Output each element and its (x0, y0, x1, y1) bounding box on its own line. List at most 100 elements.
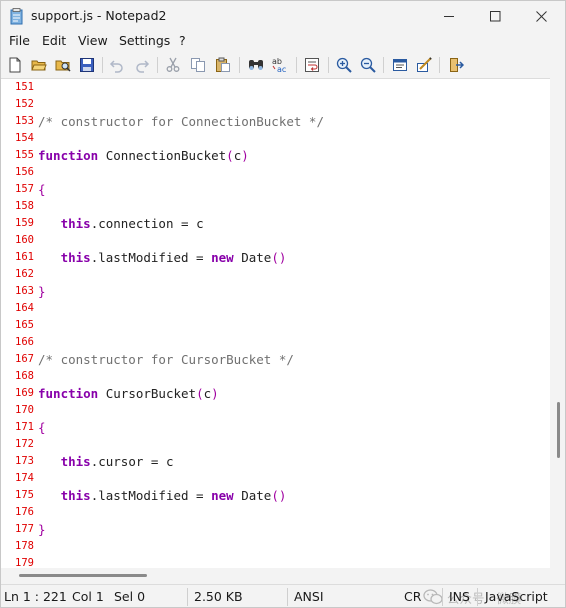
close-button[interactable] (518, 1, 564, 31)
code-line[interactable]: 163} (1, 283, 550, 300)
status-encoding[interactable]: ANSI (294, 589, 324, 604)
code-line[interactable]: 169 function CursorBucket(c) (1, 385, 550, 402)
code-line[interactable]: 159 this.connection = c (1, 215, 550, 232)
toolbar-separator (439, 57, 440, 73)
line-number: 156 (15, 166, 34, 178)
code-line[interactable]: 156 (1, 164, 550, 181)
line-number: 167 (15, 353, 34, 365)
line-number: 158 (15, 200, 34, 212)
exit-button[interactable] (446, 55, 466, 75)
code-line[interactable]: 151 (1, 79, 550, 96)
vertical-scroll-thumb[interactable] (557, 402, 560, 458)
menu-file[interactable]: File (9, 33, 30, 48)
line-code: /* constructor for CursorBucket */ (38, 352, 294, 367)
window-title: support.js - Notepad2 (31, 8, 167, 23)
code-line[interactable]: 168 (1, 368, 550, 385)
line-number: 157 (15, 183, 34, 195)
word-wrap-icon (305, 58, 319, 72)
line-number: 162 (15, 268, 34, 280)
code-line[interactable]: 157 { (1, 181, 550, 198)
line-number: 175 (15, 489, 34, 501)
close-icon (535, 10, 547, 22)
minimize-button[interactable] (426, 1, 472, 31)
menu-view[interactable]: View (78, 33, 108, 48)
zoom-out-icon (360, 57, 376, 73)
scheme-button[interactable] (390, 55, 410, 75)
browse-button[interactable] (53, 55, 73, 75)
new-file-icon (9, 57, 21, 73)
line-code: this.connection = c (60, 216, 204, 231)
customize-scheme-button[interactable] (414, 55, 434, 75)
title-bar[interactable]: support.js - Notepad2 (1, 1, 565, 31)
line-code: function CursorBucket(c) (38, 386, 219, 401)
undo-button[interactable] (107, 55, 127, 75)
vertical-scrollbar[interactable] (550, 78, 565, 568)
find-button[interactable] (246, 55, 266, 75)
zoom-out-button[interactable] (358, 55, 378, 75)
code-line[interactable]: 165 (1, 317, 550, 334)
new-button[interactable] (5, 55, 25, 75)
zoom-in-button[interactable] (334, 55, 354, 75)
replace-button[interactable]: ab ac (270, 55, 290, 75)
code-line[interactable]: 177} (1, 521, 550, 538)
code-line[interactable]: 179 (1, 555, 550, 568)
code-line[interactable]: 175 this.lastModified = new Date() (1, 487, 550, 504)
line-number: 164 (15, 302, 34, 314)
status-separator (442, 588, 443, 606)
toolbar-separator (157, 57, 158, 73)
horizontal-scrollbar[interactable] (1, 568, 550, 583)
maximize-icon (489, 10, 500, 21)
code-line[interactable]: 154 (1, 130, 550, 147)
menu-settings[interactable]: Settings (119, 33, 170, 48)
toolbar-separator (239, 57, 240, 73)
line-number: 153 (15, 115, 34, 127)
horizontal-scroll-thumb[interactable] (19, 574, 147, 577)
code-line[interactable]: 158 (1, 198, 550, 215)
code-line[interactable]: 155 function ConnectionBucket(c) (1, 147, 550, 164)
status-scheme[interactable]: JavaScript (485, 589, 548, 604)
code-line[interactable]: 153 /* constructor for ConnectionBucket *… (1, 113, 550, 130)
redo-button[interactable] (132, 55, 152, 75)
code-line[interactable]: 164 (1, 300, 550, 317)
code-line[interactable]: 161 this.lastModified = new Date() (1, 249, 550, 266)
copy-button[interactable] (188, 55, 208, 75)
code-line[interactable]: 171 { (1, 419, 550, 436)
line-code: } (38, 284, 46, 299)
paste-button[interactable] (213, 55, 233, 75)
editor-area[interactable]: 151 152 153 /* constructor for ConnectionBu… (1, 78, 550, 568)
minimize-icon (443, 15, 454, 17)
status-size: 2.50 KB (194, 589, 243, 604)
cut-button[interactable] (163, 55, 183, 75)
code-line[interactable]: 160 (1, 232, 550, 249)
code-line[interactable]: 174 (1, 470, 550, 487)
line-number: 171 (15, 421, 34, 433)
code-line[interactable]: 172 (1, 436, 550, 453)
word-wrap-button[interactable] (302, 55, 322, 75)
line-number: 172 (15, 438, 34, 450)
undo-icon (109, 60, 123, 73)
code-line[interactable]: 167 /* constructor for CursorBucket */ (1, 351, 550, 368)
open-button[interactable] (29, 55, 49, 75)
toolbar-separator (296, 57, 297, 73)
line-code: this.lastModified = new Date() (60, 250, 287, 265)
menu-edit[interactable]: Edit (42, 33, 66, 48)
line-number: 176 (15, 506, 34, 518)
menu-help[interactable]: ? (179, 33, 186, 48)
line-number: 159 (15, 217, 34, 229)
notepad-file-icon (10, 8, 23, 25)
code-line[interactable]: 173 this.cursor = c (1, 453, 550, 470)
find-icon (249, 60, 263, 70)
code-line[interactable]: 178 (1, 538, 550, 555)
code-line[interactable]: 166 (1, 334, 550, 351)
status-ins[interactable]: INS (449, 589, 470, 604)
code-line[interactable]: 176 (1, 504, 550, 521)
code-line[interactable]: 162 (1, 266, 550, 283)
status-separator (477, 588, 478, 606)
code-line[interactable]: 152 (1, 96, 550, 113)
save-button[interactable] (77, 55, 97, 75)
maximize-button[interactable] (472, 1, 518, 31)
cut-icon (166, 57, 180, 72)
status-eol[interactable]: CR (404, 589, 421, 604)
code-line[interactable]: 170 (1, 402, 550, 419)
line-number: 174 (15, 472, 34, 484)
